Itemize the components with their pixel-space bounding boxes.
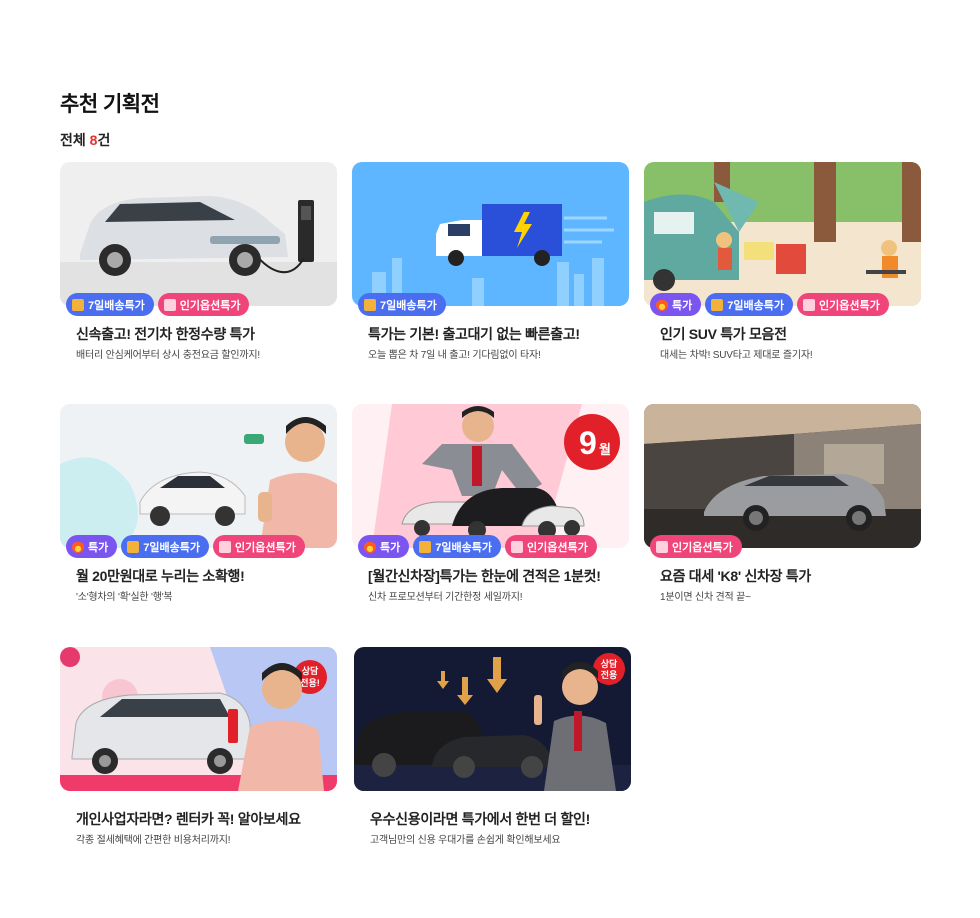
badge-popular-option: 인기옵션특가 [650, 535, 742, 558]
card-subtitle: 신차 프로모션부터 기간한정 세일까지! [368, 592, 523, 603]
thumbs-up-icon [163, 298, 176, 311]
thumbs-up-icon [218, 540, 231, 553]
card-title: 신속출고! 전기차 한정수량 특가 [76, 326, 255, 342]
promo-card-compact[interactable]: 특가 7일배송특가 인기옵션특가 월 20만원대로 누리는 소확행! '소'형차… [60, 404, 337, 603]
promo-image-rental-minivan: 상담 전용! [60, 647, 337, 791]
promo-image-monthly-new-car: 9 월 [352, 404, 629, 548]
month-unit: 월 [599, 442, 611, 457]
promo-image-credit-cars: 상담 전용 [354, 647, 631, 791]
badge-7day-shipping: 7일배송특가 [121, 535, 209, 558]
badge-7day-shipping: 7일배송특가 [705, 293, 793, 316]
card-title: 월 20만원대로 누리는 소확행! [76, 568, 245, 584]
promo-card-credit-discount[interactable]: 상담 전용 우수신용이라면 특가에서 한번 더 할인! 고객님만의 신용 우대가… [354, 647, 631, 846]
promo-image-ev-car [60, 162, 337, 306]
card-title: 우수신용이라면 특가에서 한번 더 할인! [370, 811, 591, 827]
badge-popular-option: 인기옵션특가 [212, 535, 305, 558]
card-subtitle: 배터리 안심케어부터 상시 충전요금 할인까지! [76, 350, 260, 361]
promo-card-business-rental[interactable]: 상담 전용! 개인사업자라면? 렌터카 꼭! 알아보세요 각종 절세혜택에 간편… [60, 647, 337, 846]
promo-card-k8[interactable]: 인기옵션특가 요즘 대세 'K8' 신차장 특가 1분이면 신차 견적 끝~ [644, 404, 921, 603]
stamp-line-2: 전용! [300, 677, 320, 688]
fire-icon [364, 540, 376, 553]
badge-popular-option: 인기옵션특가 [796, 293, 889, 316]
promo-image-camping-suv [644, 162, 921, 306]
badge-7day-shipping: 7일배송특가 [358, 293, 446, 316]
badge-7day-shipping: 7일배송특가 [413, 535, 501, 558]
promo-card-monthly[interactable]: 9 월 특가 7일배송특가 인기옵션특가 [월간신차장]특가는 한눈에 견적은 … [352, 404, 629, 603]
card-subtitle: 1분이면 신차 견적 끝~ [660, 592, 751, 603]
thumbs-up-icon [802, 298, 815, 311]
card-subtitle: 오늘 뽑은 차 7일 내 출고! 기다림없이 타자! [368, 350, 541, 361]
promo-image-delivery-truck [352, 162, 629, 306]
month-number: 9 [579, 425, 597, 461]
card-title: 인기 SUV 특가 모음전 [660, 326, 787, 342]
page-title: 추천 기획전 [60, 93, 160, 116]
thumbs-up-icon [656, 540, 668, 553]
fire-icon [72, 540, 84, 553]
count-suffix: 건 [97, 132, 111, 148]
badge-popular-option: 인기옵션특가 [504, 535, 597, 558]
card-title: [월간신차장]특가는 한눈에 견적은 1분컷! [368, 568, 601, 584]
badge-popular-option: 인기옵션특가 [157, 293, 250, 316]
box-icon [711, 298, 724, 311]
card-title: 특가는 기본! 출고대기 없는 빠른출고! [368, 326, 580, 342]
badge-7day-shipping: 7일배송특가 [66, 293, 154, 316]
badge-special-deal: 특가 [66, 535, 118, 558]
count-prefix: 전체 [60, 132, 90, 148]
fire-icon [656, 298, 668, 311]
badge-special-deal: 특가 [358, 535, 410, 558]
promo-card-fast-delivery[interactable]: 7일배송특가 특가는 기본! 출고대기 없는 빠른출고! 오늘 뽑은 차 7일 … [352, 162, 629, 361]
stamp-line-1: 상담 [601, 658, 618, 669]
thumbs-up-icon [510, 540, 523, 553]
promo-card-suv[interactable]: 특가 7일배송특가 인기옵션특가 인기 SUV 특가 모음전 대세는 차박! S… [644, 162, 921, 361]
card-subtitle: '소'형차의 '확'실한 '행'복 [76, 592, 173, 603]
card-title: 요즘 대세 'K8' 신차장 특가 [660, 568, 811, 584]
box-icon [364, 298, 376, 311]
card-subtitle: 고객님만의 신용 우대가를 손쉽게 확인해보세요 [370, 835, 561, 846]
box-icon [72, 298, 84, 311]
promo-card-ev[interactable]: 7일배송특가 인기옵션특가 신속출고! 전기차 한정수량 특가 배터리 안심케어… [60, 162, 337, 361]
stamp-line-2: 전용 [601, 669, 618, 680]
stamp-line-1: 상담 [302, 665, 319, 676]
promo-image-compact-car-man [60, 404, 337, 548]
box-icon [127, 540, 140, 553]
total-count: 전체 8건 [60, 130, 110, 150]
badge-special-deal: 특가 [650, 293, 702, 316]
card-subtitle: 각종 절세혜택에 간편한 비용처리까지! [76, 835, 231, 846]
box-icon [419, 540, 432, 553]
card-subtitle: 대세는 차박! SUV타고 제대로 즐기자! [660, 350, 813, 361]
promo-image-k8-sedan [644, 404, 921, 548]
card-title: 개인사업자라면? 렌터카 꼭! 알아보세요 [76, 811, 301, 827]
